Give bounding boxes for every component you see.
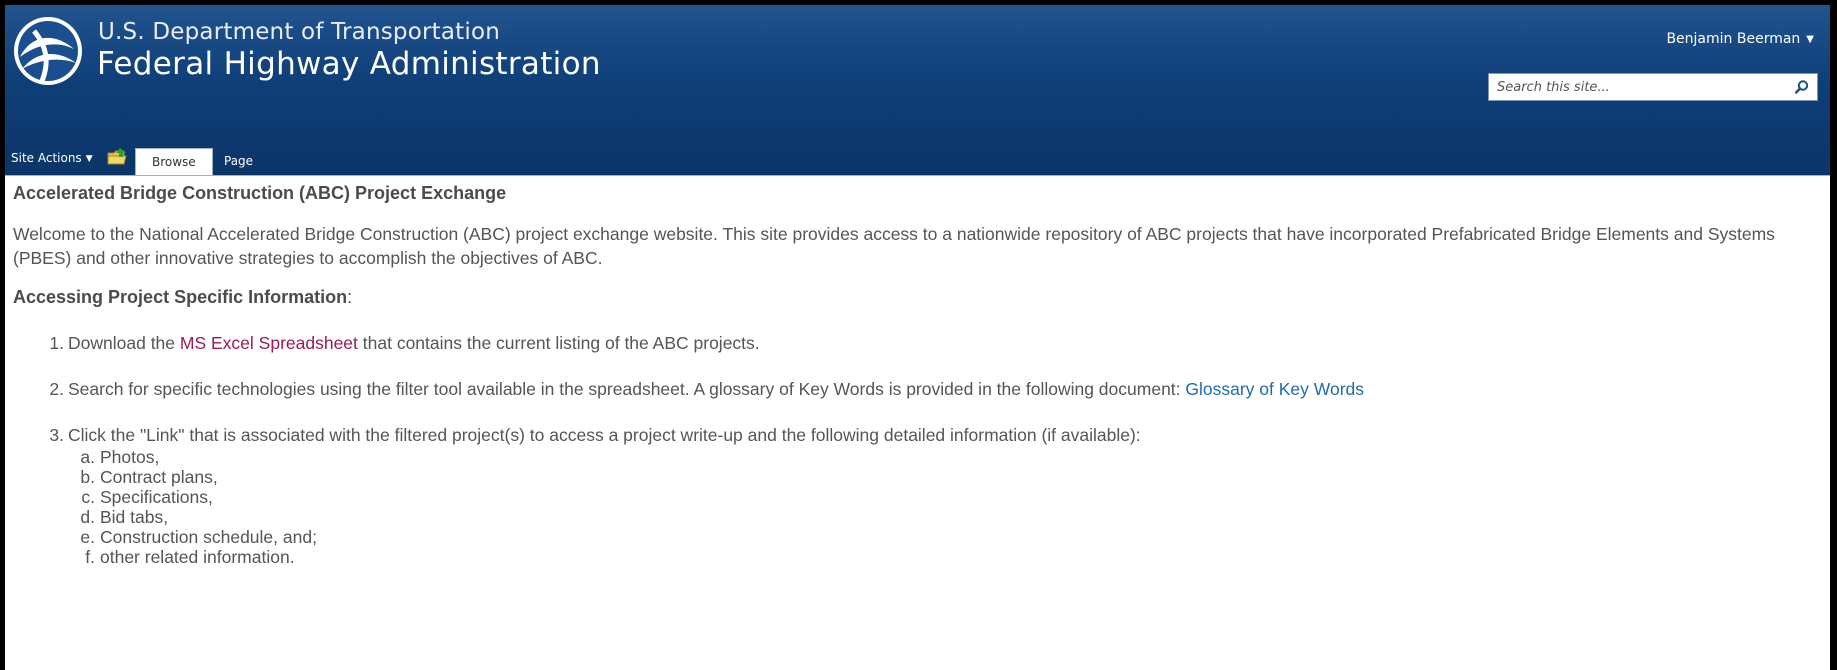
agency-name-text: Federal Highway Administration bbox=[97, 46, 601, 82]
sub-item-letter: e. bbox=[80, 527, 95, 547]
user-menu[interactable]: Benjamin Beerman ▼ bbox=[1666, 31, 1814, 47]
step-number: 3. bbox=[49, 425, 64, 445]
sub-list-item: b. Contract plans, bbox=[13, 467, 218, 487]
user-name: Benjamin Beerman bbox=[1666, 31, 1801, 47]
sub-item-letter: f. bbox=[85, 547, 95, 567]
intro-paragraph: Welcome to the National Accelerated Brid… bbox=[13, 224, 1775, 268]
sub-item-letter: c. bbox=[81, 487, 95, 507]
step-text: Download the bbox=[68, 333, 180, 353]
ribbon-divider bbox=[5, 175, 1830, 176]
sub-item-text: Bid tabs, bbox=[100, 507, 169, 527]
site-actions-menu[interactable]: Site Actions ▼ bbox=[11, 151, 93, 165]
chevron-down-icon: ▼ bbox=[1806, 34, 1814, 45]
sub-list-item: e. Construction schedule, and; bbox=[13, 527, 317, 547]
browser-page: U.S. Department of Transportation Federa… bbox=[5, 5, 1830, 670]
step-text: Search for specific technologies using t… bbox=[68, 379, 1186, 399]
magnifier-icon bbox=[1795, 80, 1809, 94]
site-actions-label: Site Actions bbox=[11, 151, 82, 165]
site-search bbox=[1488, 73, 1818, 101]
site-header: U.S. Department of Transportation Federa… bbox=[5, 5, 1830, 175]
sub-item-text: other related information. bbox=[100, 547, 295, 567]
sub-item-letter: d. bbox=[80, 507, 95, 527]
sub-item-text: Specifications, bbox=[100, 487, 213, 507]
step-text: that contains the current listing of the… bbox=[357, 333, 760, 353]
sub-list-item: f. other related information. bbox=[13, 547, 295, 567]
section-heading-text: Accessing Project Specific Information bbox=[13, 287, 348, 307]
tab-page[interactable]: Page bbox=[208, 148, 269, 175]
list-item: 2. Search for specific technologies using… bbox=[13, 379, 1364, 400]
sub-list-item: c. Specifications, bbox=[13, 487, 213, 507]
sub-item-text: Photos, bbox=[100, 447, 160, 467]
dot-logo-icon[interactable] bbox=[12, 15, 84, 87]
sub-list-item: d. Bid tabs, bbox=[13, 507, 168, 527]
sub-list-item: a. Photos, bbox=[13, 447, 159, 467]
section-heading-colon: : bbox=[347, 287, 353, 307]
step-number: 1. bbox=[49, 333, 64, 353]
list-item: 1. Download the MS Excel Spreadsheet that… bbox=[13, 333, 760, 354]
section-heading: Accessing Project Specific Information: bbox=[13, 287, 352, 308]
sub-item-letter: a. bbox=[80, 447, 95, 467]
agency-department-text: U.S. Department of Transportation bbox=[98, 19, 501, 45]
sub-item-text: Construction schedule, and; bbox=[100, 527, 317, 547]
sub-item-text: Contract plans, bbox=[100, 467, 218, 487]
page-title: Accelerated Bridge Construction (ABC) Pr… bbox=[13, 183, 507, 203]
sub-item-letter: b. bbox=[80, 467, 95, 487]
ribbon-bar: Site Actions ▼ Browse Page bbox=[5, 143, 1830, 175]
list-item: 3. Click the "Link" that is associated wi… bbox=[13, 425, 1141, 446]
search-button[interactable] bbox=[1787, 74, 1817, 100]
step-number: 2. bbox=[49, 379, 64, 399]
chevron-down-icon: ▼ bbox=[85, 154, 93, 164]
glossary-of-key-words-link[interactable]: Glossary of Key Words bbox=[1185, 379, 1364, 399]
folder-up-icon[interactable] bbox=[106, 146, 128, 168]
search-input[interactable] bbox=[1489, 74, 1784, 100]
tab-browse[interactable]: Browse bbox=[135, 148, 213, 175]
ms-excel-spreadsheet-link[interactable]: MS Excel Spreadsheet bbox=[180, 333, 358, 353]
step-text: Click the "Link" that is associated with… bbox=[68, 425, 1141, 445]
